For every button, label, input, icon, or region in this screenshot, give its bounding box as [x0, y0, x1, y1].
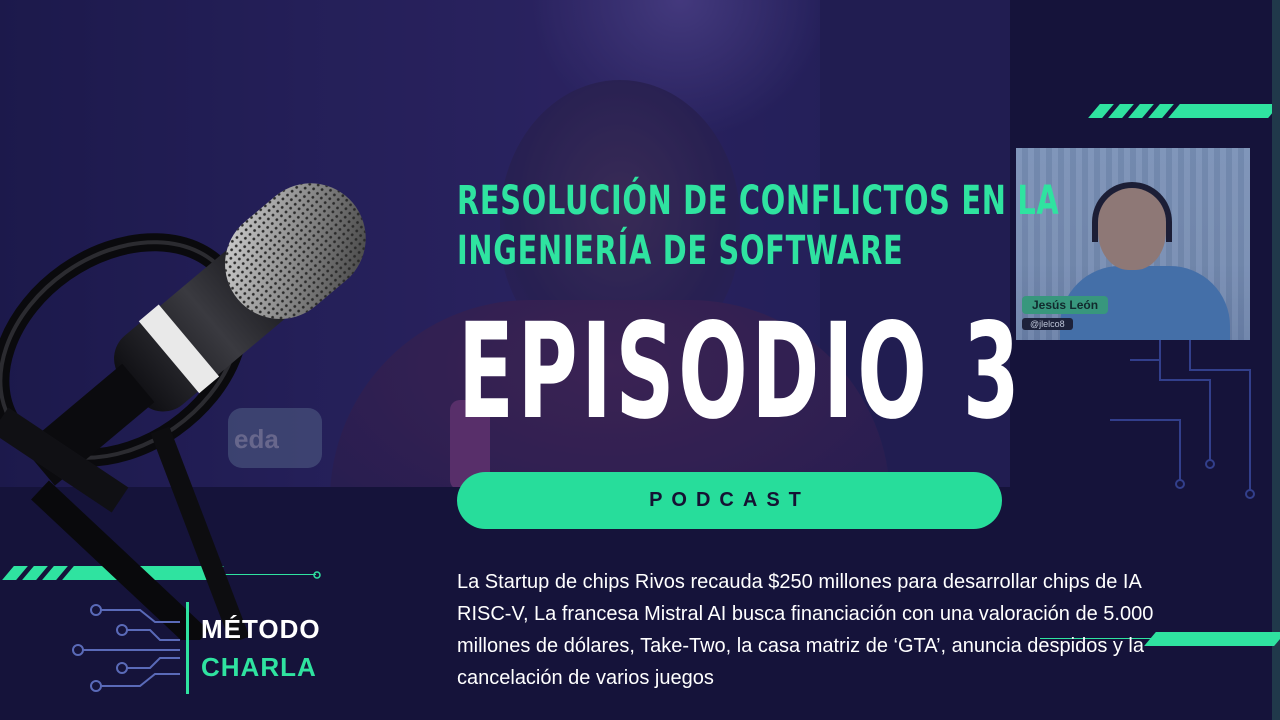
- stripe-decoration-top: [1088, 104, 1280, 118]
- episode-description: La Startup de chips Rivos recauda $250 m…: [457, 571, 1154, 689]
- logo-text-metodo: MÉTODO: [201, 614, 321, 644]
- episode-subtitle: Resolución de conflictos en la ingenierí…: [457, 178, 1060, 274]
- thumbnail: eda Jesús León @jlelco8 RESOLUCIÓN DE CO…: [0, 0, 1280, 720]
- circuit-icon: [72, 604, 180, 692]
- circuit-decoration: [1110, 340, 1255, 499]
- logo-divider: [186, 602, 189, 694]
- episode-title: EPISODIO 3: [458, 295, 1024, 449]
- podcast-button[interactable]: PODCAST: [457, 472, 1002, 529]
- microphone-icon: [0, 183, 366, 640]
- logo-text-charla: CHARLA: [201, 652, 317, 682]
- podcast-button-label: PODCAST: [649, 489, 810, 511]
- right-edge-bar: [1272, 0, 1280, 720]
